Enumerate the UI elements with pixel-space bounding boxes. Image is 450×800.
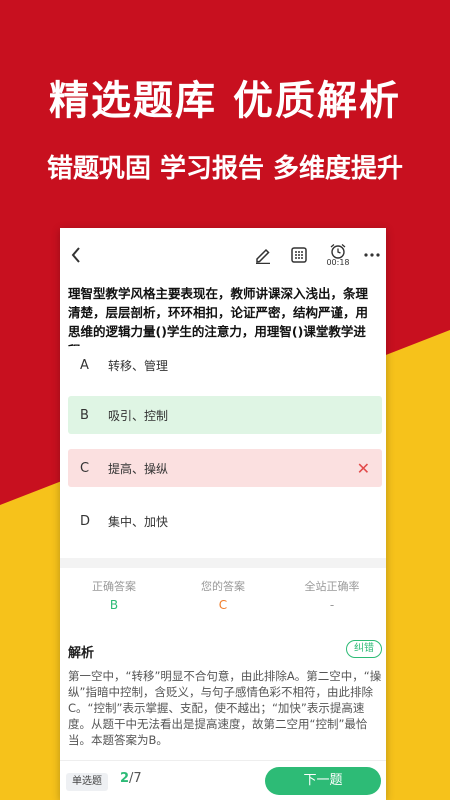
option-text: 转移、管理	[108, 358, 169, 373]
progress-total: /7	[129, 771, 142, 786]
stat-value: B	[109, 598, 119, 612]
option-a[interactable]: A 转移、管理	[68, 346, 382, 384]
answer-card-button[interactable]	[286, 240, 312, 270]
option-d[interactable]: D 集中、加快	[68, 502, 382, 540]
banner-headline: 精选题库 优质解析	[49, 78, 401, 124]
pencil-icon	[256, 248, 270, 264]
timer-text: 00:18	[326, 258, 350, 267]
stat-value: C	[218, 598, 228, 612]
bottom-bar: 单选题 2/7 下一题	[60, 760, 386, 800]
stat-label: 您的答案	[201, 580, 245, 593]
banner-subheadline: 错题巩固 学习报告 多维度提升	[46, 154, 404, 184]
stat-site-accuracy: 全站正确率 -	[278, 578, 386, 612]
correction-button[interactable]: 纠错	[346, 640, 382, 658]
option-text: 集中、加快	[108, 514, 169, 529]
calculator-grid-icon	[291, 247, 307, 263]
progress-current: 2	[120, 771, 130, 786]
stat-your-answer: 您的答案 C	[169, 578, 277, 612]
answer-stats: 正确答案 B 您的答案 C 全站正确率 -	[60, 578, 386, 618]
stat-label: 正确答案	[92, 580, 136, 593]
top-toolbar: 00:18	[60, 228, 386, 280]
option-letter: A	[80, 357, 89, 373]
more-button[interactable]	[360, 240, 384, 270]
option-c[interactable]: C 提高、操纵 ✕	[68, 449, 382, 487]
option-letter: D	[80, 513, 91, 529]
question-type-badge: 单选题	[66, 773, 108, 791]
back-button[interactable]	[64, 240, 88, 270]
option-b[interactable]: B 吸引、控制	[68, 396, 382, 434]
stat-label: 全站正确率	[304, 580, 360, 593]
option-text: 提高、操纵	[108, 461, 169, 476]
option-letter: B	[80, 407, 89, 423]
more-horizontal-icon	[364, 253, 380, 257]
section-divider	[60, 558, 386, 568]
stat-correct-answer: 正确答案 B	[60, 578, 168, 612]
chevron-left-icon	[71, 247, 80, 263]
option-text: 吸引、控制	[108, 408, 169, 423]
stat-value: -	[329, 598, 335, 612]
question-progress: 2/7	[120, 771, 142, 786]
next-question-button[interactable]: 下一题	[265, 767, 381, 795]
alarm-clock-icon	[330, 244, 346, 259]
edit-button[interactable]	[250, 240, 276, 270]
wrong-x-icon: ✕	[356, 459, 370, 478]
analysis-body: 第一空中，“转移”明显不合句意，由此排除A。第二空中，“操纵”指暗中控制，含贬义…	[68, 669, 382, 747]
phone-screen-card: 00:18 理智型教学风格主要表现在，教师讲课深入浅出，条理清楚，层层剖析，环环…	[60, 228, 386, 800]
option-letter: C	[80, 460, 90, 476]
analysis-title: 解析	[68, 646, 95, 661]
